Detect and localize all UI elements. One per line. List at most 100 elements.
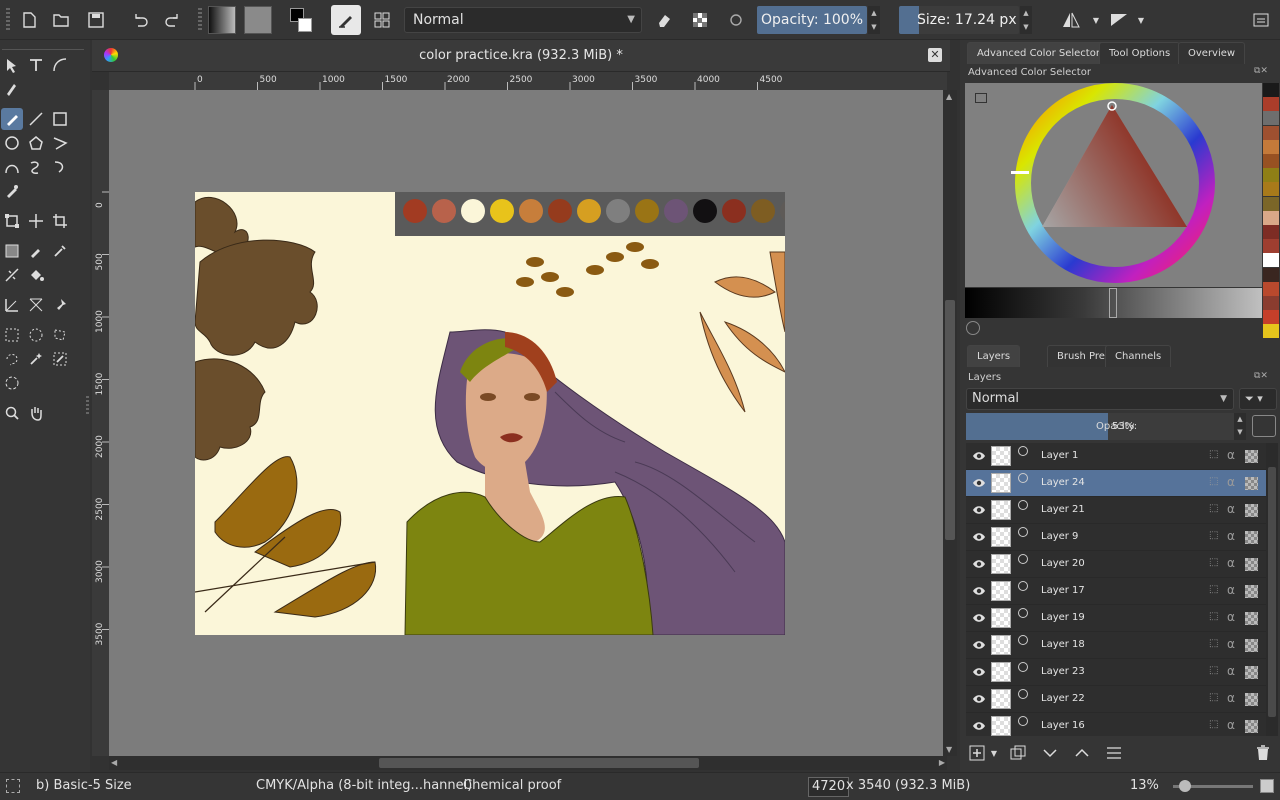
- opacity-spin-buttons[interactable]: ▲ ▼: [868, 6, 880, 34]
- open-document-icon[interactable]: [48, 7, 74, 33]
- fill-tool-icon[interactable]: [25, 264, 47, 286]
- pin-tool-icon[interactable]: [49, 294, 71, 316]
- inherit-alpha-icon[interactable]: [1245, 504, 1258, 517]
- duplicate-layer-icon[interactable]: [1007, 742, 1029, 764]
- layer-opacity-slider[interactable]: Opacity: 53%: [966, 413, 1234, 440]
- lock-icon[interactable]: ⬚: [1209, 719, 1218, 730]
- rectangle-tool-icon[interactable]: [49, 108, 71, 130]
- alpha-lock-icon[interactable]: α: [1227, 610, 1235, 624]
- brush-settings-icon[interactable]: [369, 7, 395, 33]
- toolbar-grip[interactable]: [198, 8, 202, 32]
- layer-list[interactable]: Layer 1 ⬚ α Layer 24 ⬚ α Layer 21 ⬚ α Layer 9 ⬚ α La…: [966, 443, 1266, 736]
- palette-swatch[interactable]: [722, 199, 746, 223]
- add-layer-icon[interactable]: [966, 742, 988, 764]
- history-swatch[interactable]: [1263, 310, 1279, 325]
- similar-color-selection-icon[interactable]: [49, 348, 71, 370]
- layer-properties-icon[interactable]: [1252, 415, 1276, 437]
- docker-float-close-icons[interactable]: ⧉✕: [1254, 371, 1276, 381]
- layer-blend-mode-select[interactable]: Normal ▼: [966, 388, 1234, 410]
- dynamic-brush-tool-icon[interactable]: [49, 156, 71, 178]
- rectangular-selection-icon[interactable]: [1, 324, 23, 346]
- move-layer-down-icon[interactable]: [1039, 742, 1061, 764]
- layer-row[interactable]: Layer 1 ⬚ α: [966, 443, 1266, 470]
- history-swatch[interactable]: [1263, 111, 1279, 126]
- background-color[interactable]: [298, 18, 312, 32]
- edit-shapes-tool-icon[interactable]: [49, 54, 71, 76]
- eye-visibility-icon[interactable]: [972, 477, 986, 489]
- alpha-lock-icon[interactable]: α: [1227, 502, 1235, 516]
- reload-preset-icon[interactable]: [723, 7, 749, 33]
- inherit-alpha-icon[interactable]: [1245, 693, 1258, 706]
- alpha-lock-icon[interactable]: α: [1227, 448, 1235, 462]
- lock-icon[interactable]: ⬚: [1209, 503, 1218, 514]
- tab-channels[interactable]: Channels: [1105, 345, 1172, 367]
- layer-list-scroll-handle[interactable]: [1268, 467, 1276, 717]
- tab-layers[interactable]: Layers: [967, 345, 1021, 367]
- inherit-alpha-icon[interactable]: [1245, 558, 1258, 571]
- smart-patch-tool-icon[interactable]: [49, 240, 71, 262]
- calligraphy-tool-icon[interactable]: [1, 78, 23, 100]
- selector-settings-icon[interactable]: [975, 93, 987, 103]
- elliptical-selection-icon[interactable]: [25, 324, 47, 346]
- fg-bg-color-selector[interactable]: [287, 5, 317, 35]
- scroll-down-arrow-icon[interactable]: ▼: [946, 745, 952, 754]
- lock-icon[interactable]: ⬚: [1209, 476, 1218, 487]
- gradient-tool-icon[interactable]: [1, 240, 23, 262]
- undo-icon[interactable]: [127, 7, 153, 33]
- layer-settings-icon[interactable]: [1103, 742, 1125, 764]
- history-swatch[interactable]: [1263, 281, 1279, 296]
- history-swatch[interactable]: [1263, 239, 1279, 254]
- inherit-alpha-icon[interactable]: [1245, 720, 1258, 733]
- color-picker-tool-icon[interactable]: [25, 240, 47, 262]
- ellipse-tool-icon[interactable]: [1, 132, 23, 154]
- layer-row[interactable]: Layer 21 ⬚ α: [966, 497, 1266, 524]
- transform-tool-icon[interactable]: [1, 210, 23, 232]
- freehand-brush-tool-icon[interactable]: [1, 108, 23, 130]
- color-space-label[interactable]: CMYK/Alpha (8-bit integ...hannel): [256, 773, 472, 799]
- zoom-slider-handle[interactable]: [1179, 780, 1191, 792]
- layer-row[interactable]: Layer 17 ⬚ α: [966, 578, 1266, 605]
- redo-icon[interactable]: [160, 7, 186, 33]
- layer-row[interactable]: Layer 20 ⬚ α: [966, 551, 1266, 578]
- brush-preset-button[interactable]: [331, 5, 361, 35]
- lock-icon[interactable]: ⬚: [1209, 584, 1218, 595]
- selection-mode-icon[interactable]: [6, 779, 20, 793]
- palette-swatch[interactable]: [490, 199, 514, 223]
- tab-overview[interactable]: Overview: [1178, 42, 1246, 64]
- eye-visibility-icon[interactable]: [972, 612, 986, 624]
- palette-swatch[interactable]: [693, 199, 717, 223]
- palette-swatch[interactable]: [751, 199, 775, 223]
- pattern-preset-button[interactable]: [244, 6, 272, 34]
- lock-icon[interactable]: ⬚: [1209, 638, 1218, 649]
- history-swatch[interactable]: [1263, 196, 1279, 211]
- size-spin-buttons[interactable]: ▲ ▼: [1020, 6, 1032, 34]
- vertical-scrollbar[interactable]: ▲ ▼: [943, 90, 957, 756]
- bezier-curve-tool-icon[interactable]: [1, 156, 23, 178]
- freehand-path-tool-icon[interactable]: [25, 156, 47, 178]
- palette-swatch[interactable]: [780, 199, 804, 223]
- palette-swatch[interactable]: [664, 199, 688, 223]
- tab-tool-options[interactable]: Tool Options: [1099, 42, 1181, 64]
- eye-visibility-icon[interactable]: [972, 585, 986, 597]
- palette-swatch[interactable]: [432, 199, 456, 223]
- pan-tool-icon[interactable]: [25, 402, 47, 424]
- value-gradient-bar[interactable]: [965, 288, 1262, 318]
- lock-icon[interactable]: ⬚: [1209, 692, 1218, 703]
- measure-tool-icon[interactable]: [1, 294, 23, 316]
- lock-icon[interactable]: ⬚: [1209, 449, 1218, 460]
- horizontal-scrollbar[interactable]: ◀ ▶: [109, 756, 947, 770]
- alpha-lock-icon[interactable]: α: [1227, 718, 1235, 732]
- painting-canvas[interactable]: [195, 192, 785, 635]
- inherit-alpha-icon[interactable]: [1245, 639, 1258, 652]
- bezier-selection-icon[interactable]: [1, 372, 23, 394]
- tab-advanced-color-selector[interactable]: Advanced Color Selector: [967, 42, 1110, 64]
- layer-list-scrollbar[interactable]: [1266, 443, 1278, 736]
- toolbox-resize-grip[interactable]: [86, 396, 89, 416]
- layer-filter-button[interactable]: ⏷ ▾: [1239, 388, 1277, 410]
- zoom-tool-icon[interactable]: [1, 402, 23, 424]
- polygon-tool-icon[interactable]: [25, 132, 47, 154]
- palette-swatch[interactable]: [548, 199, 572, 223]
- history-swatch[interactable]: [1263, 83, 1279, 97]
- inherit-alpha-icon[interactable]: [1245, 612, 1258, 625]
- lock-icon[interactable]: ⬚: [1209, 611, 1218, 622]
